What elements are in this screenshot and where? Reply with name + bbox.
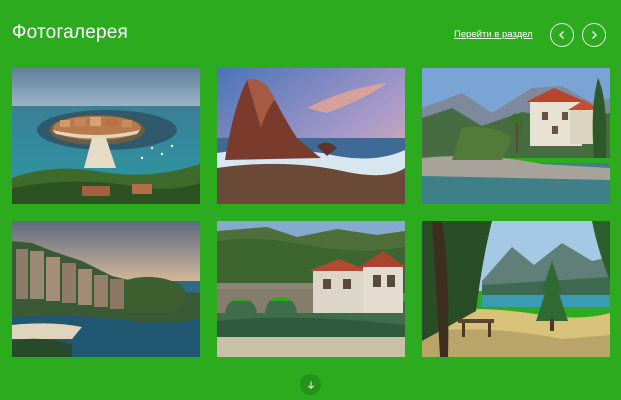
photo-mountain-lake (422, 221, 610, 357)
photo-stone-bridge (217, 221, 405, 357)
prev-button[interactable] (550, 23, 574, 47)
gallery-photo[interactable] (217, 68, 405, 204)
chevron-left-icon (559, 31, 564, 39)
gallery-photo[interactable] (12, 221, 200, 357)
next-button[interactable] (582, 23, 606, 47)
gallery-header: Фотогалерея Перейти в раздел (0, 0, 621, 68)
gallery-photo[interactable] (12, 68, 200, 204)
gallery-photo[interactable] (422, 68, 610, 204)
page-title: Фотогалерея (12, 22, 129, 43)
go-to-section-link[interactable]: Перейти в раздел (454, 29, 533, 40)
arrow-down-icon (307, 381, 314, 389)
chevron-right-icon (592, 31, 597, 39)
photo-island-town (12, 68, 200, 204)
photo-hillside-resort (12, 221, 200, 357)
load-more-button[interactable] (300, 374, 321, 395)
photo-sea-rock (217, 68, 405, 204)
gallery-photo[interactable] (422, 221, 610, 357)
gallery-photo[interactable] (217, 221, 405, 357)
photo-coastal-village (422, 68, 610, 204)
